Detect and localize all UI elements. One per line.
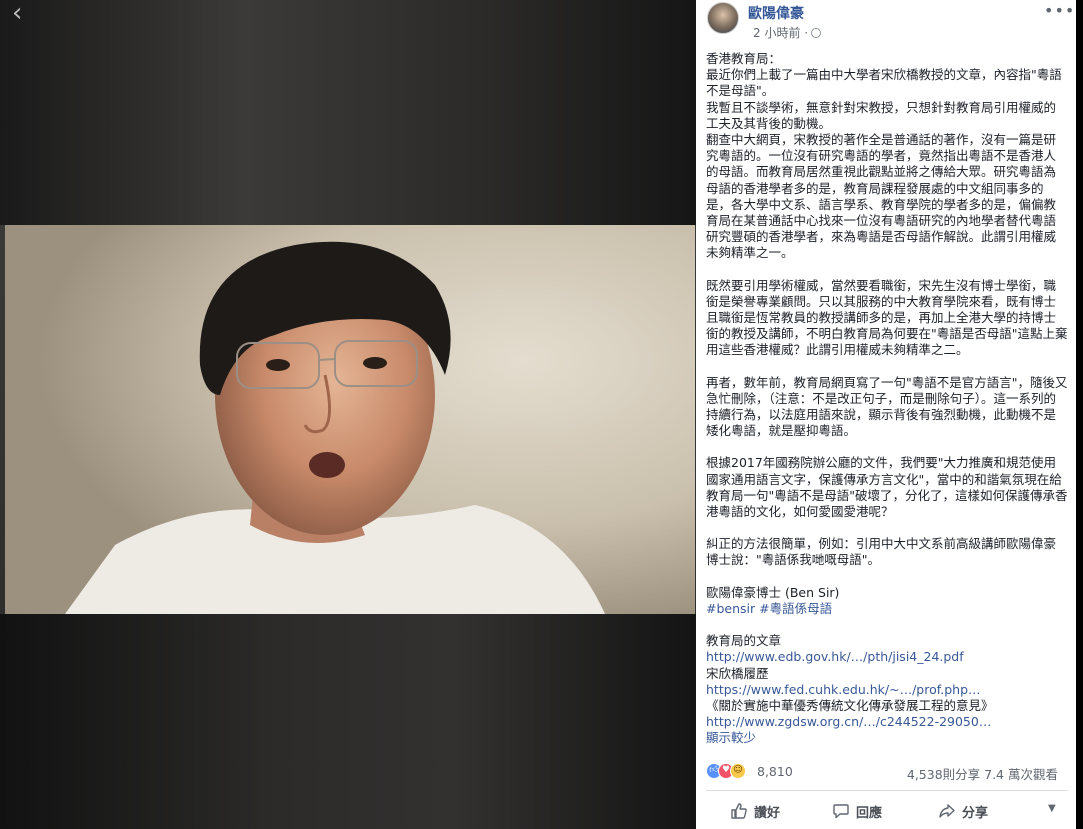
divider: [706, 790, 1068, 791]
like-button[interactable]: 讚好: [730, 799, 780, 823]
paragraph: 糾正的方法很簡單，例如：引用中大中文系前高級講師歐陽偉豪博士說："粵語係我哋嘅母…: [706, 536, 1068, 568]
paragraph: 再者，數年前，教育局網頁寫了一句"粵語不是官方語言"，隨後又急忙刪除，（注意：不…: [706, 375, 1068, 440]
haha-icon: ☺: [730, 763, 746, 779]
video-frame[interactable]: [5, 225, 695, 614]
link2-label: 宋欣橋履歷: [706, 665, 769, 681]
link-gov-opinion[interactable]: http://www.zgdsw.org.cn/…/c244522-29050…: [706, 714, 1068, 730]
body-line: 最近你們上載了一篇由中大學者宋欣橋教授的文章，內容指"粵語不是母語"。: [706, 67, 1062, 99]
reaction-bar: 👍︎ ♥ ☺ 8,810 4,538則分享 7.4 萬次觀看: [706, 762, 1068, 782]
comment-icon: [833, 804, 849, 819]
hashtags[interactable]: #bensir #粵語係母語: [706, 601, 1068, 617]
video-blur-background-bottom: [0, 614, 696, 829]
paragraph: 根據2017年國務院辦公廳的文件，我們要"大力推廣和規范使用國家通用語言文字，保…: [706, 455, 1068, 520]
body-line: 香港教育局：: [706, 51, 782, 66]
link3-label: 《關於實施中華優秀傳統文化傳承發展工程的意見》: [706, 697, 994, 713]
see-less-link[interactable]: 顯示較少: [706, 730, 1068, 746]
body-line: 翻查中大網頁，宋教授的著作全是普通話的著作，沒有一篇是研究粵語的。一位沒有研究粵…: [706, 132, 1057, 261]
body-line: 糾正的方法很簡單，例如：引用中大中文系前高級講師歐陽偉豪博士說："粵語係我哋嘅母…: [706, 536, 1057, 568]
window-edge: [1076, 0, 1083, 829]
author-name[interactable]: 歐陽偉豪: [748, 3, 804, 23]
link-edb-article[interactable]: http://www.edb.gov.hk/…/pth/jisi4_24.pdf: [706, 649, 1068, 665]
post-timestamp[interactable]: 2 小時前 ·: [753, 24, 822, 41]
comment-button[interactable]: 回應: [832, 799, 882, 823]
shares-views[interactable]: 4,538則分享 7.4 萬次觀看: [907, 764, 1058, 783]
body-line: 再者，數年前，教育局網頁寫了一句"粵語不是官方語言"，隨後又急忙刪除，（注意：不…: [706, 374, 1068, 439]
thumbs-up-icon: [731, 803, 747, 819]
reaction-count[interactable]: 8,810: [757, 764, 793, 779]
video-viewer[interactable]: ‹: [0, 0, 696, 829]
timestamp-text[interactable]: 2 小時前 ·: [753, 26, 808, 40]
body-line: 我暫且不談學術，無意針對宋教授，只想針對教育局引用權威的工夫及其背後的動機。: [706, 99, 1057, 131]
video-blur-background-top: [0, 0, 696, 225]
body-line: 既然要引用學術權威，當然要看職銜，宋先生沒有博士學銜，職銜是榮譽專業顧問。只以其…: [706, 277, 1068, 358]
ellipsis-icon[interactable]: •••: [1044, 3, 1074, 22]
comment-label: 回應: [856, 805, 883, 821]
share-label: 分享: [962, 805, 989, 821]
avatar[interactable]: [707, 2, 739, 34]
links-section: 教育局的文章 http://www.edb.gov.hk/…/pth/jisi4…: [706, 633, 1068, 746]
post-header: 歐陽偉豪 2 小時前 · •••: [704, 2, 1074, 42]
chevron-left-icon[interactable]: ‹: [12, 0, 36, 26]
post-body: 香港教育局： 最近你們上載了一篇由中大學者宋欣橋教授的文章，內容指"粵語不是母語…: [706, 51, 1068, 747]
video-person-illustration: [5, 225, 695, 614]
paragraph: 歐陽偉豪博士 (Ben Sir) #bensir #粵語係母語: [706, 585, 1068, 617]
links-heading: 教育局的文章: [706, 633, 782, 649]
action-bar: 讚好 回應 分享 ▼: [706, 797, 1068, 825]
globe-icon: [811, 28, 822, 38]
share-button[interactable]: 分享: [938, 799, 988, 823]
like-label: 讚好: [754, 805, 781, 821]
paragraph: 既然要引用學術權威，當然要看職銜，宋先生沒有博士學銜，職銜是榮譽專業顧問。只以其…: [706, 278, 1068, 359]
share-arrow-icon: [939, 804, 955, 818]
post-panel: 歐陽偉豪 2 小時前 · ••• 香港教育局： 最近你們上載了一篇由中大學者宋欣…: [696, 0, 1076, 829]
paragraph: 香港教育局： 最近你們上載了一篇由中大學者宋欣橋教授的文章，內容指"粵語不是母語…: [706, 51, 1068, 262]
caret-down-icon[interactable]: ▼: [1048, 803, 1056, 814]
link-cv[interactable]: https://www.fed.cuhk.edu.hk/~…/prof.php…: [706, 682, 1068, 698]
body-line: 根據2017年國務院辦公廳的文件，我們要"大力推廣和規范使用國家通用語言文字，保…: [706, 455, 1068, 520]
signature-line: 歐陽偉豪博士 (Ben Sir): [706, 584, 840, 600]
